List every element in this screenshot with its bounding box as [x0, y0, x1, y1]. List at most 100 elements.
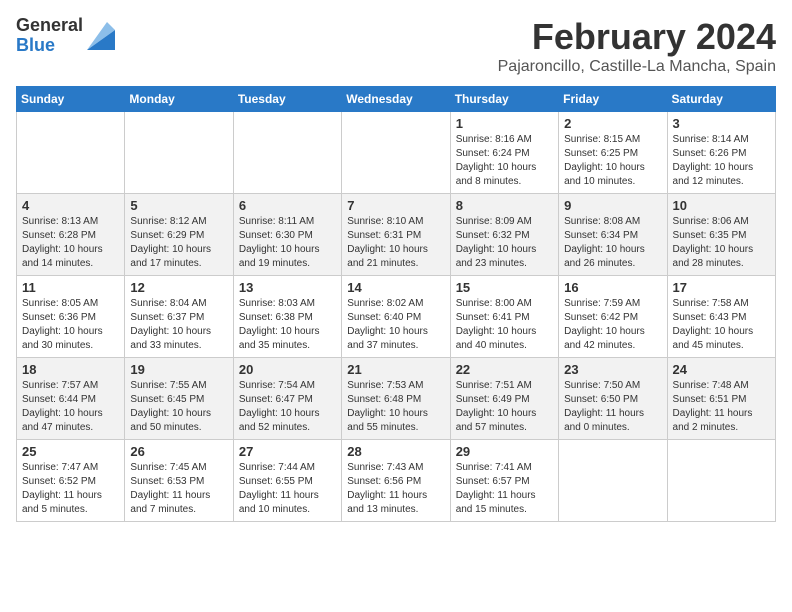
day-info: Sunrise: 8:08 AMSunset: 6:34 PMDaylight:…	[564, 215, 661, 271]
day-info: Sunrise: 7:53 AMSunset: 6:48 PMDaylight:…	[347, 379, 444, 435]
calendar-day-cell: 20 Sunrise: 7:54 AMSunset: 6:47 PMDayligh…	[233, 358, 341, 440]
calendar-day-header: Sunday	[17, 87, 125, 112]
calendar-day-cell: 10 Sunrise: 8:06 AMSunset: 6:35 PMDayligh…	[667, 194, 775, 276]
day-number: 28	[347, 444, 444, 459]
calendar-week-row: 18 Sunrise: 7:57 AMSunset: 6:44 PMDayligh…	[17, 358, 776, 440]
day-info: Sunrise: 8:14 AMSunset: 6:26 PMDaylight:…	[673, 133, 770, 189]
day-info: Sunrise: 8:15 AMSunset: 6:25 PMDaylight:…	[564, 133, 661, 189]
day-info: Sunrise: 7:55 AMSunset: 6:45 PMDaylight:…	[130, 379, 227, 435]
calendar-day-cell: 17 Sunrise: 7:58 AMSunset: 6:43 PMDayligh…	[667, 276, 775, 358]
calendar-day-header: Tuesday	[233, 87, 341, 112]
day-info: Sunrise: 7:45 AMSunset: 6:53 PMDaylight:…	[130, 461, 227, 517]
day-number: 24	[673, 362, 770, 377]
logo-general-text: General	[16, 16, 83, 36]
day-info: Sunrise: 7:57 AMSunset: 6:44 PMDaylight:…	[22, 379, 119, 435]
day-number: 9	[564, 198, 661, 213]
day-info: Sunrise: 7:58 AMSunset: 6:43 PMDaylight:…	[673, 297, 770, 353]
logo-blue-text: Blue	[16, 36, 83, 56]
day-info: Sunrise: 8:02 AMSunset: 6:40 PMDaylight:…	[347, 297, 444, 353]
calendar-day-cell: 12Sunrise: 8:04 AMSunset: 6:37 PMDayligh…	[125, 276, 233, 358]
calendar-day-header: Friday	[559, 87, 667, 112]
day-number: 14	[347, 280, 444, 295]
day-info: Sunrise: 8:12 AMSunset: 6:29 PMDaylight:…	[130, 215, 227, 271]
calendar-day-header: Saturday	[667, 87, 775, 112]
calendar-day-cell: 13 Sunrise: 8:03 AMSunset: 6:38 PMDayligh…	[233, 276, 341, 358]
day-info: Sunrise: 8:16 AMSunset: 6:24 PMDaylight:…	[456, 133, 553, 189]
day-info: Sunrise: 7:43 AMSunset: 6:56 PMDaylight:…	[347, 461, 444, 517]
calendar-day-cell	[233, 112, 341, 194]
calendar-day-header: Monday	[125, 87, 233, 112]
day-info: Sunrise: 7:50 AMSunset: 6:50 PMDaylight:…	[564, 379, 661, 435]
calendar-week-row: 25Sunrise: 7:47 AMSunset: 6:52 PMDayligh…	[17, 440, 776, 522]
day-info: Sunrise: 7:54 AMSunset: 6:47 PMDaylight:…	[239, 379, 336, 435]
day-info: Sunrise: 7:59 AMSunset: 6:42 PMDaylight:…	[564, 297, 661, 353]
logo: General Blue	[16, 16, 115, 56]
calendar-day-cell: 16 Sunrise: 7:59 AMSunset: 6:42 PMDayligh…	[559, 276, 667, 358]
calendar-day-cell: 22Sunrise: 7:51 AMSunset: 6:49 PMDayligh…	[450, 358, 558, 440]
calendar-day-cell: 18 Sunrise: 7:57 AMSunset: 6:44 PMDayligh…	[17, 358, 125, 440]
day-number: 19	[130, 362, 227, 377]
day-number: 3	[673, 116, 770, 131]
day-info: Sunrise: 8:11 AMSunset: 6:30 PMDaylight:…	[239, 215, 336, 271]
calendar-day-cell: 28 Sunrise: 7:43 AMSunset: 6:56 PMDayligh…	[342, 440, 450, 522]
calendar-week-row: 4 Sunrise: 8:13 AMSunset: 6:28 PMDaylight…	[17, 194, 776, 276]
day-number: 27	[239, 444, 336, 459]
day-number: 10	[673, 198, 770, 213]
day-info: Sunrise: 7:44 AMSunset: 6:55 PMDaylight:…	[239, 461, 336, 517]
calendar-day-cell: 3 Sunrise: 8:14 AMSunset: 6:26 PMDaylight…	[667, 112, 775, 194]
calendar-day-cell: 15Sunrise: 8:00 AMSunset: 6:41 PMDayligh…	[450, 276, 558, 358]
month-title: February 2024	[498, 16, 776, 58]
calendar-day-cell: 7 Sunrise: 8:10 AMSunset: 6:31 PMDaylight…	[342, 194, 450, 276]
calendar-day-cell: 23 Sunrise: 7:50 AMSunset: 6:50 PMDayligh…	[559, 358, 667, 440]
calendar-day-cell: 24 Sunrise: 7:48 AMSunset: 6:51 PMDayligh…	[667, 358, 775, 440]
day-number: 5	[130, 198, 227, 213]
calendar-week-row: 11Sunrise: 8:05 AMSunset: 6:36 PMDayligh…	[17, 276, 776, 358]
day-number: 6	[239, 198, 336, 213]
day-number: 4	[22, 198, 119, 213]
day-number: 25	[22, 444, 119, 459]
calendar-day-cell	[17, 112, 125, 194]
day-number: 7	[347, 198, 444, 213]
day-number: 26	[130, 444, 227, 459]
day-number: 20	[239, 362, 336, 377]
day-info: Sunrise: 7:41 AMSunset: 6:57 PMDaylight:…	[456, 461, 553, 517]
calendar-day-cell: 5 Sunrise: 8:12 AMSunset: 6:29 PMDaylight…	[125, 194, 233, 276]
day-number: 22	[456, 362, 553, 377]
day-number: 15	[456, 280, 553, 295]
calendar-day-header: Thursday	[450, 87, 558, 112]
day-number: 18	[22, 362, 119, 377]
calendar-day-cell: 19 Sunrise: 7:55 AMSunset: 6:45 PMDayligh…	[125, 358, 233, 440]
calendar-day-cell: 21 Sunrise: 7:53 AMSunset: 6:48 PMDayligh…	[342, 358, 450, 440]
day-number: 1	[456, 116, 553, 131]
day-info: Sunrise: 8:09 AMSunset: 6:32 PMDaylight:…	[456, 215, 553, 271]
day-number: 23	[564, 362, 661, 377]
day-number: 21	[347, 362, 444, 377]
day-info: Sunrise: 8:03 AMSunset: 6:38 PMDaylight:…	[239, 297, 336, 353]
calendar-day-cell	[667, 440, 775, 522]
calendar-day-cell: 25Sunrise: 7:47 AMSunset: 6:52 PMDayligh…	[17, 440, 125, 522]
day-info: Sunrise: 8:13 AMSunset: 6:28 PMDaylight:…	[22, 215, 119, 271]
day-number: 16	[564, 280, 661, 295]
day-number: 17	[673, 280, 770, 295]
day-info: Sunrise: 8:10 AMSunset: 6:31 PMDaylight:…	[347, 215, 444, 271]
calendar-day-cell: 1 Sunrise: 8:16 AMSunset: 6:24 PMDaylight…	[450, 112, 558, 194]
calendar-day-cell: 6 Sunrise: 8:11 AMSunset: 6:30 PMDaylight…	[233, 194, 341, 276]
day-number: 13	[239, 280, 336, 295]
calendar-day-cell: 2 Sunrise: 8:15 AMSunset: 6:25 PMDaylight…	[559, 112, 667, 194]
day-number: 2	[564, 116, 661, 131]
calendar-day-cell	[342, 112, 450, 194]
calendar-day-cell: 26 Sunrise: 7:45 AMSunset: 6:53 PMDayligh…	[125, 440, 233, 522]
calendar-day-cell: 14 Sunrise: 8:02 AMSunset: 6:40 PMDayligh…	[342, 276, 450, 358]
day-info: Sunrise: 8:05 AMSunset: 6:36 PMDaylight:…	[22, 297, 119, 353]
day-info: Sunrise: 8:06 AMSunset: 6:35 PMDaylight:…	[673, 215, 770, 271]
title-block: February 2024 Pajaroncillo, Castille-La …	[498, 16, 776, 76]
calendar-day-cell	[125, 112, 233, 194]
calendar-day-cell	[559, 440, 667, 522]
day-info: Sunrise: 8:04 AMSunset: 6:37 PMDaylight:…	[130, 297, 227, 353]
day-info: Sunrise: 7:48 AMSunset: 6:51 PMDaylight:…	[673, 379, 770, 435]
calendar-day-cell: 27 Sunrise: 7:44 AMSunset: 6:55 PMDayligh…	[233, 440, 341, 522]
calendar-header-row: SundayMondayTuesdayWednesdayThursdayFrid…	[17, 87, 776, 112]
calendar-day-cell: 9 Sunrise: 8:08 AMSunset: 6:34 PMDaylight…	[559, 194, 667, 276]
calendar-day-cell: 4 Sunrise: 8:13 AMSunset: 6:28 PMDaylight…	[17, 194, 125, 276]
calendar-day-header: Wednesday	[342, 87, 450, 112]
